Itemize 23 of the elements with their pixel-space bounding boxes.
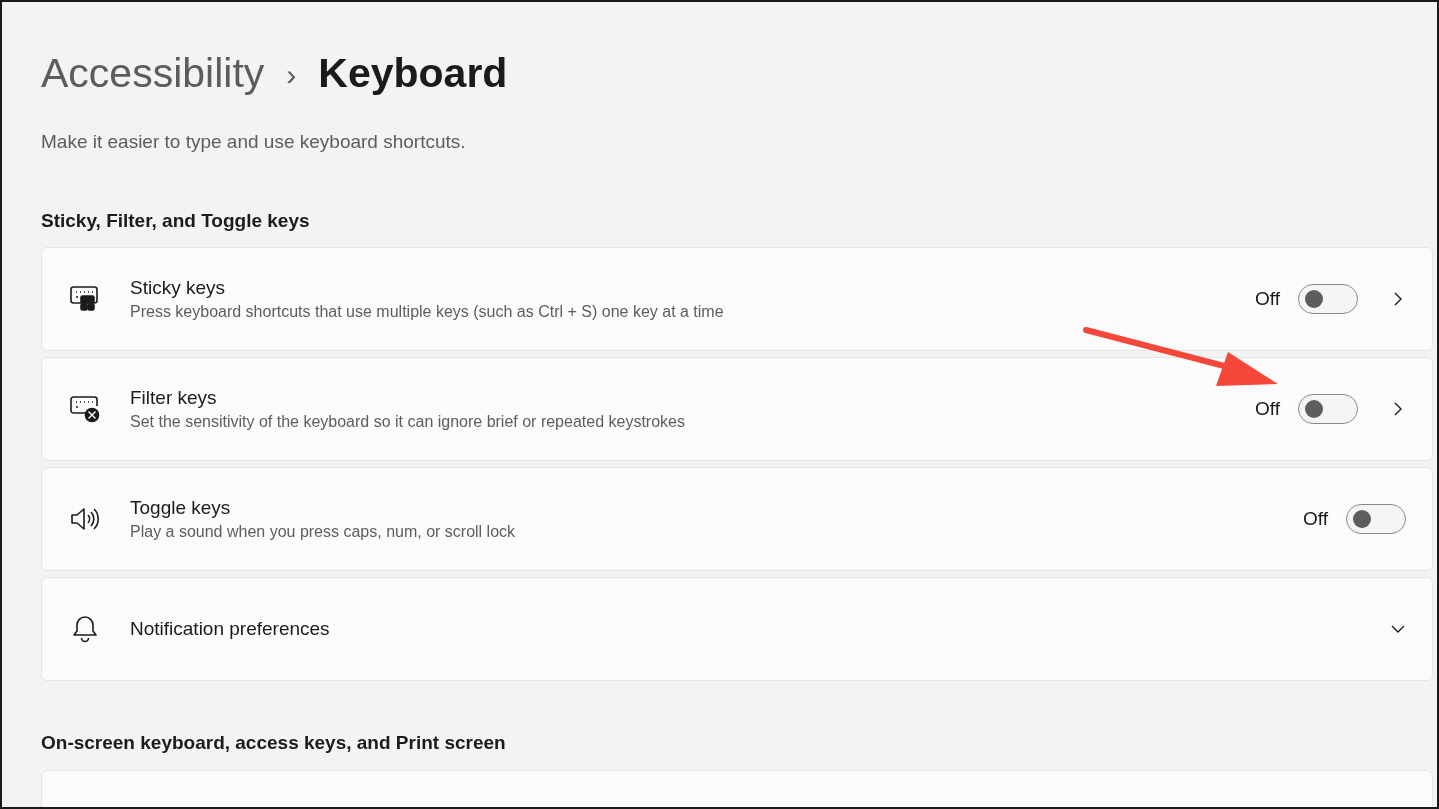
setting-description: Play a sound when you press caps, num, or scroll lock bbox=[130, 522, 517, 542]
setting-card[interactable]: Notification preferences bbox=[41, 577, 1433, 681]
toggle-state-label: Off bbox=[1255, 396, 1280, 421]
setting-title: Notification preferences bbox=[130, 617, 331, 641]
setting-description: Press keyboard shortcuts that use multiple keys (such as Ctrl + S) one key at a time bbox=[130, 302, 725, 322]
setting-title: Filter keys bbox=[130, 386, 218, 410]
section-heading: On-screen keyboard, access keys, and Print screen bbox=[41, 731, 507, 755]
toggle-switch[interactable] bbox=[1298, 284, 1358, 314]
page-title: Keyboard bbox=[318, 49, 508, 99]
setting-title: Toggle keys bbox=[130, 496, 232, 520]
setting-card[interactable]: Filter keys Set the sensitivity of the keyboard so it can ignore brief or repeated keystrokes Off bbox=[41, 357, 1433, 461]
section-heading: Sticky, Filter, and Toggle keys bbox=[41, 208, 311, 233]
setting-title: Sticky keys bbox=[130, 276, 227, 300]
setting-description: Set the sensitivity of the keyboard so it can ignore brief or repeated keystrokes bbox=[130, 412, 686, 432]
toggle-state-label: Off bbox=[1255, 286, 1280, 311]
setting-card[interactable]: Sticky keys Press keyboard shortcuts that use multiple keys (such as Ctrl + S) one key at a time Off bbox=[41, 247, 1433, 351]
page-description: Make it easier to type and use keyboard shortcuts. bbox=[41, 130, 467, 154]
breadcrumb-link[interactable]: Accessibility bbox=[41, 43, 265, 105]
toggle-state-label: Off bbox=[1303, 506, 1328, 531]
breadcrumb-separator: › bbox=[286, 56, 297, 93]
toggle-switch[interactable] bbox=[1346, 504, 1406, 534]
setting-card[interactable]: Toggle keys Play a sound when you press caps, num, or scroll lock Off bbox=[41, 467, 1433, 571]
toggle-switch[interactable] bbox=[1298, 394, 1358, 424]
